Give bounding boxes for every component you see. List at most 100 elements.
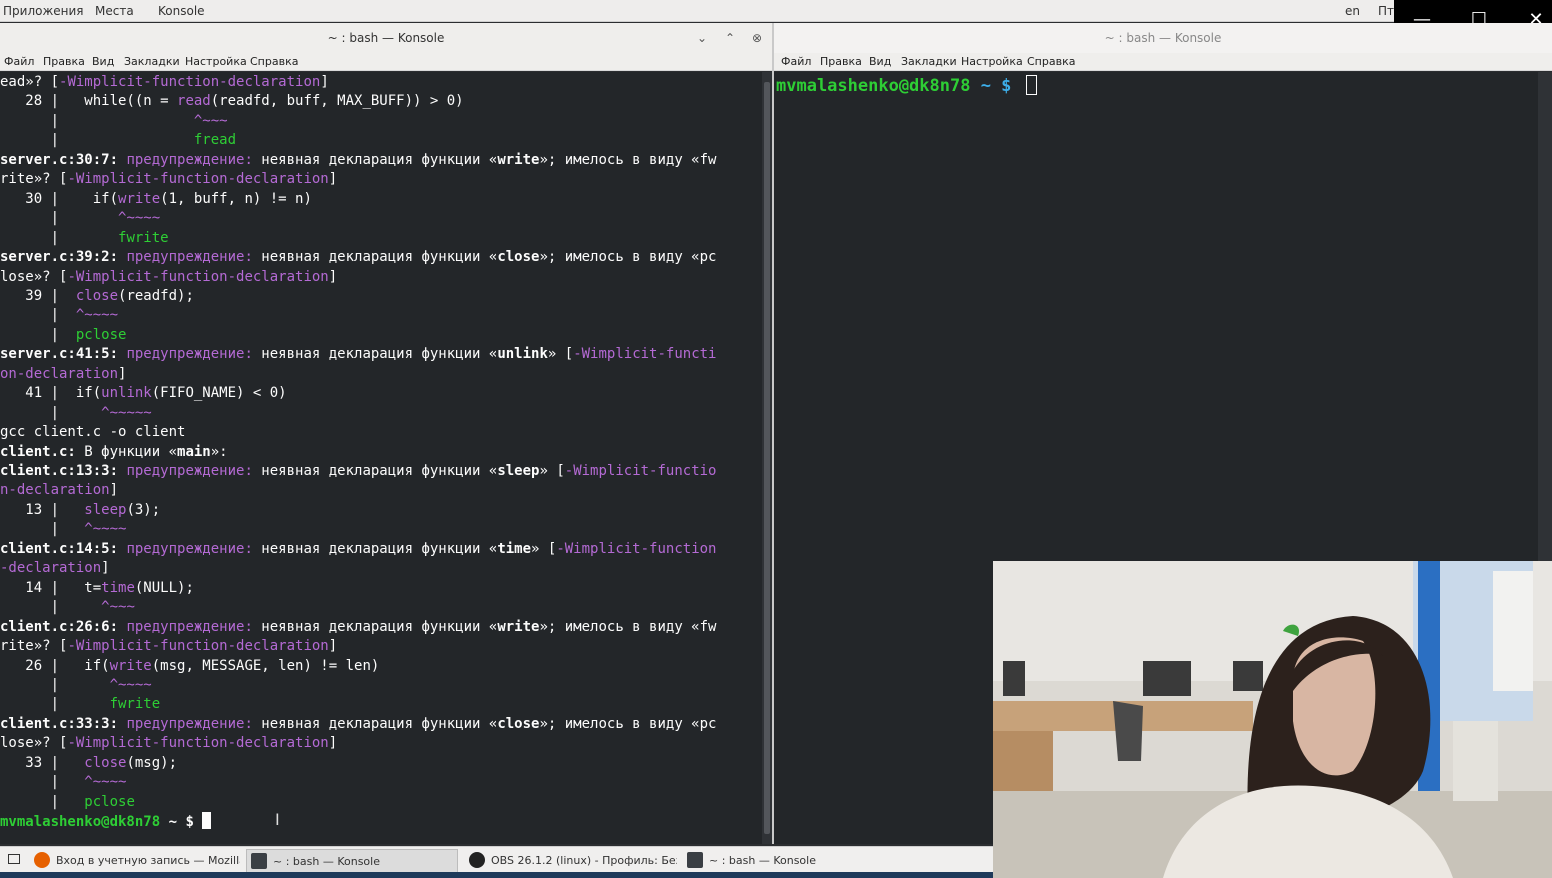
terminal-text: » [ (539, 463, 565, 479)
terminal-text: неявная декларация функции « (252, 463, 498, 479)
terminal-line: lose»? [-Wimplicit-function-declaration] (0, 268, 337, 287)
terminal-line: | fread (0, 131, 236, 150)
menu-settings[interactable]: Настройка (961, 55, 1023, 68)
terminal-text: | (0, 676, 110, 693)
terminal-text: (1, buff, n) != n) (160, 190, 312, 207)
terminal-line: rite»? [-Wimplicit-function-declaration] (0, 170, 337, 189)
terminal-text: »; имелось в виду «fw (539, 151, 717, 168)
konsole-app-menu[interactable]: Konsole (158, 4, 205, 18)
show-desktop-button[interactable] (2, 849, 26, 873)
terminal-text: ] (328, 171, 338, 188)
taskbar-item-konsole-2[interactable]: ~ : bash — Konsole (683, 849, 893, 873)
terminal-text: | (0, 599, 102, 616)
terminal-line: | ^~~~~~ (0, 404, 152, 423)
terminal-text: ^~~~ (101, 599, 135, 616)
right-window-menubar: Файл Правка Вид Закладки Настройка Справ… (774, 53, 1552, 71)
terminal-text: неявная декларация функции « (252, 618, 498, 635)
terminal-text: on-declaration (0, 365, 119, 382)
terminal-text: ~ $ (160, 814, 203, 831)
prompt-user-host: mvmalashenko@dk8n78 (776, 76, 971, 96)
terminal-text: unlink (497, 346, 548, 363)
left-window-titlebar[interactable]: ~ : bash — Konsole ⌄ ⌃ ⊗ (0, 23, 772, 53)
terminal-line: server.c:30:7: предупреждение: неявная д… (0, 151, 716, 170)
places-menu[interactable]: Места (95, 4, 134, 18)
terminal-text: client.c: (0, 443, 76, 460)
terminal-text: ] (328, 735, 338, 752)
terminal-text: pclose (75, 326, 127, 343)
terminal-text: (FIFO_NAME) < 0) (151, 385, 287, 402)
menu-settings[interactable]: Настройка (185, 55, 247, 68)
applications-menu[interactable]: Приложения (3, 4, 84, 18)
terminal-line: ead»? [-Wimplicit-function-declaration] (0, 73, 329, 92)
terminal-text: fwrite (109, 696, 161, 713)
chevron-up-icon[interactable]: ⌃ (725, 23, 735, 53)
right-terminal-prompt: mvmalashenko@dk8n78 ~ $ (776, 75, 1037, 97)
menu-view[interactable]: Вид (869, 55, 891, 68)
webcam-overlay (993, 561, 1552, 878)
left-terminal-output[interactable]: ead»? [-Wimplicit-function-declaration] … (0, 72, 762, 844)
terminal-line: 41 | if(unlink(FIFO_NAME) < 0) (0, 384, 287, 403)
terminal-text: (NULL); (134, 579, 194, 596)
terminal-line: client.c: В функции «main»: (0, 443, 228, 462)
menu-bookmarks[interactable]: Закладки (901, 55, 957, 68)
terminal-text: write (109, 657, 152, 674)
terminal-line: 26 | if(write(msg, MESSAGE, len) != len) (0, 657, 379, 676)
terminal-text: lose»? [ (0, 735, 68, 752)
scrollbar-thumb[interactable] (764, 82, 770, 834)
terminal-text: close (84, 754, 127, 771)
close-icon[interactable]: ⊗ (752, 23, 762, 53)
terminal-text: client.c:33:3: (0, 715, 127, 732)
taskbar-item-firefox[interactable]: Вход в учетную запись — Mozilla... (30, 849, 240, 873)
taskbar-item-obs[interactable]: OBS 26.1.2 (linux) - Профиль: Без... (465, 849, 677, 873)
menu-file[interactable]: Файл (4, 55, 34, 68)
terminal-text: ead»? [ (0, 74, 60, 90)
terminal-cursor (1025, 75, 1037, 95)
terminal-text: rite»? [ (0, 171, 68, 188)
taskbar-item-label: ~ : bash — Konsole (273, 855, 380, 868)
terminal-line: 13 | sleep(3); (0, 501, 160, 520)
terminal-text: close (497, 249, 540, 266)
terminal-text: »; имелось в виду «fw (539, 618, 717, 635)
terminal-line: | ^~~~ (0, 598, 135, 617)
konsole-icon (251, 853, 267, 869)
terminal-line: server.c:39:2: предупреждение: неявная д… (0, 248, 716, 267)
terminal-text: time (497, 540, 532, 557)
terminal-line: | pclose (0, 793, 135, 812)
menu-bookmarks[interactable]: Закладки (124, 55, 180, 68)
menu-view[interactable]: Вид (92, 55, 114, 68)
terminal-text: read (177, 93, 211, 110)
menu-file[interactable]: Файл (781, 55, 811, 68)
terminal-text: write (118, 190, 161, 207)
terminal-line: server.c:41:5: предупреждение: неявная д… (0, 345, 716, 364)
taskbar-item-label: ~ : bash — Konsole (709, 854, 816, 867)
terminal-text: client.c:13:3: (0, 463, 127, 479)
menu-edit[interactable]: Правка (820, 55, 862, 68)
terminal-text: В функции « (75, 443, 178, 460)
terminal-cursor (202, 812, 212, 830)
terminal-text: | (0, 229, 119, 246)
terminal-text: предупреждение: (126, 346, 253, 363)
terminal-text: -Wimplicit-functi (573, 346, 717, 363)
keyboard-layout-indicator[interactable]: en (1345, 4, 1360, 18)
clock[interactable]: Пт (1378, 4, 1394, 18)
terminal-line: | ^~~~~ (0, 209, 161, 228)
right-window-titlebar[interactable]: ~ : bash — Konsole (774, 23, 1552, 53)
menu-help[interactable]: Справка (250, 55, 298, 68)
terminal-text: | (0, 112, 194, 129)
terminal-text: -Wimplicit-function (556, 540, 717, 557)
menu-edit[interactable]: Правка (43, 55, 85, 68)
menu-help[interactable]: Справка (1027, 55, 1075, 68)
terminal-text: | (0, 696, 110, 713)
terminal-text: ] (320, 74, 329, 90)
terminal-text: | (0, 132, 194, 149)
left-terminal-scrollbar[interactable] (762, 72, 772, 844)
taskbar-item-konsole-1[interactable]: ~ : bash — Konsole (246, 849, 458, 873)
terminal-text: » [ (531, 540, 557, 557)
terminal-text: (msg, MESSAGE, len) != len) (151, 657, 380, 674)
terminal-line: | ^~~~~ (0, 520, 127, 539)
terminal-text: | (0, 774, 85, 791)
terminal-text: | (0, 210, 119, 227)
terminal-text: | (0, 521, 85, 538)
chevron-down-icon[interactable]: ⌄ (697, 23, 707, 53)
terminal-line: 39 | close(readfd); (0, 287, 194, 306)
